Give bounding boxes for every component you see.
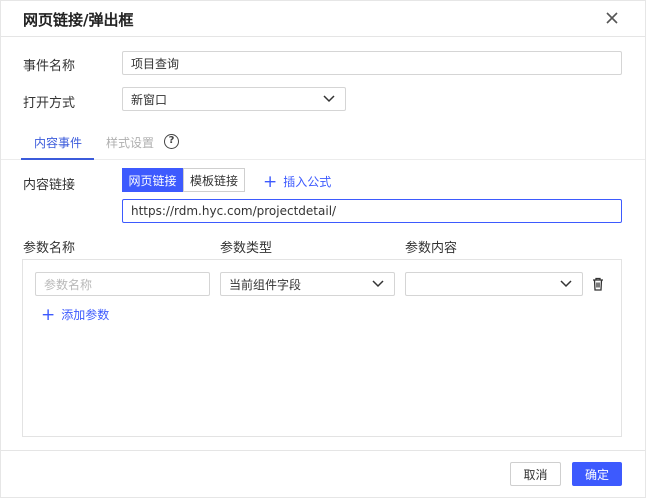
close-icon[interactable] [604, 10, 620, 26]
param-name-header: 参数名称 [23, 241, 76, 256]
event-name-input[interactable]: 项目查询 [122, 51, 622, 75]
insert-formula-button[interactable]: + 插入公式 [263, 173, 331, 190]
param-type-value: 当前组件字段 [229, 277, 302, 292]
dialog-title: 网页链接/弹出框 [23, 11, 134, 29]
plus-icon: + [263, 171, 278, 192]
trash-icon[interactable] [591, 277, 605, 291]
event-name-label: 事件名称 [23, 59, 76, 74]
param-name-placeholder: 参数名称 [44, 277, 93, 292]
open-mode-value: 新窗口 [131, 92, 168, 107]
add-param-button[interactable]: + 添加参数 [41, 306, 109, 323]
tab-content-event[interactable]: 内容事件 [34, 134, 82, 151]
chevron-down-icon [372, 280, 384, 288]
dialog-header: 网页链接/弹出框 [1, 1, 645, 37]
segment-web-link[interactable]: 网页链接 [122, 168, 183, 192]
link-popup-dialog: 网页链接/弹出框 事件名称 项目查询 打开方式 新窗口 内容事件 样式设置 ? … [0, 0, 646, 498]
add-param-label: 添加参数 [61, 308, 110, 322]
chevron-down-icon [560, 280, 572, 288]
content-link-label: 内容链接 [23, 178, 76, 193]
url-value: https://rdm.hyc.com/projectdetail/ [131, 204, 337, 218]
insert-formula-label: 插入公式 [283, 175, 332, 189]
param-name-input[interactable]: 参数名称 [35, 272, 210, 296]
tab-style-settings[interactable]: 样式设置 [106, 134, 154, 151]
cancel-button[interactable]: 取消 [510, 462, 561, 486]
segment-template-link[interactable]: 模板链接 [183, 168, 245, 192]
open-mode-select[interactable]: 新窗口 [122, 87, 346, 111]
param-content-header: 参数内容 [405, 241, 458, 256]
open-mode-label: 打开方式 [23, 96, 76, 111]
tab-divider [1, 159, 645, 160]
event-name-value: 项目查询 [131, 56, 180, 71]
help-icon[interactable]: ? [164, 134, 179, 149]
ok-button[interactable]: 确定 [572, 462, 622, 486]
active-tab-indicator [21, 158, 94, 160]
footer-divider [1, 450, 645, 451]
param-type-header: 参数类型 [220, 241, 273, 256]
url-input[interactable]: https://rdm.hyc.com/projectdetail/ [122, 199, 622, 223]
chevron-down-icon [323, 95, 335, 103]
param-content-select[interactable] [405, 272, 583, 296]
param-type-select[interactable]: 当前组件字段 [220, 272, 395, 296]
plus-icon: + [41, 304, 56, 325]
